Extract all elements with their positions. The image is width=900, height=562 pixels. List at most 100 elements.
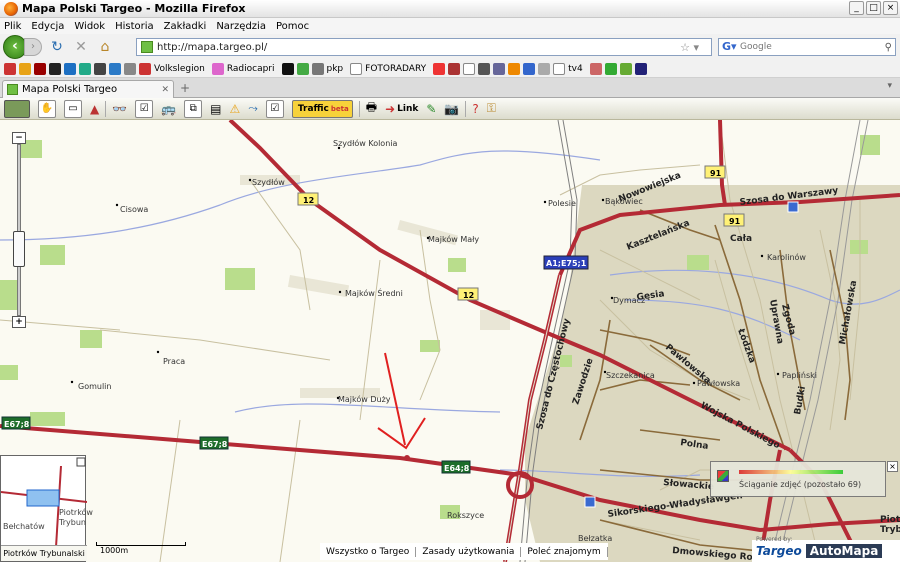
zoom-slider: − + xyxy=(12,132,26,328)
traffic-button[interactable]: Traffic beta xyxy=(291,99,353,118)
bookmark-icon[interactable] xyxy=(634,62,647,75)
bookmark-icon[interactable] xyxy=(94,62,106,75)
menu-edycja[interactable]: Edycja xyxy=(31,21,64,32)
bookmark-icon[interactable] xyxy=(79,62,91,75)
map-edit-icon[interactable]: ✎ xyxy=(426,100,436,118)
tab-close-icon[interactable]: ✕ xyxy=(161,85,169,95)
bookmark-icon[interactable] xyxy=(211,62,224,75)
zoom-in-button[interactable]: + xyxy=(12,316,26,328)
bookmark-page-icon[interactable] xyxy=(553,62,566,75)
download-panel-close-button[interactable]: × xyxy=(887,461,898,472)
edge-label: Piotrkó xyxy=(880,514,900,525)
camera-icon[interactable]: 📷 xyxy=(444,100,459,118)
bookmark-volkslegion[interactable]: Volkslegion xyxy=(154,64,205,74)
bookmark-icon[interactable] xyxy=(109,62,121,75)
footer-link-terms[interactable]: Zasady użytkowania xyxy=(416,546,522,557)
bookmark-fotoradary[interactable]: FOTORADARY xyxy=(365,64,426,74)
route-icon[interactable]: ▲ xyxy=(90,100,99,118)
menu-plik[interactable]: Plik xyxy=(4,21,21,32)
reload-icon[interactable]: ↻ xyxy=(48,38,66,56)
footer-link-about[interactable]: Wszystko o Targeo xyxy=(320,546,417,557)
bookmark-icon[interactable] xyxy=(448,62,461,75)
bookmark-icon[interactable] xyxy=(478,62,491,75)
bookmark-icon[interactable] xyxy=(493,62,506,75)
distance-icon[interactable]: ⤳ xyxy=(248,100,258,118)
checkbox-icon[interactable]: ☑ xyxy=(135,99,154,118)
print-icon[interactable]: 🖶 xyxy=(366,100,377,118)
bookmark-icon[interactable] xyxy=(296,62,309,75)
bookmark-icon[interactable] xyxy=(4,62,16,75)
bookmark-icon[interactable] xyxy=(19,62,31,75)
menu-historia[interactable]: Historia xyxy=(115,21,154,32)
minimap-label: Trybun xyxy=(59,518,86,527)
bookmark-star-icon[interactable]: ☆ ▾ xyxy=(680,41,699,54)
map-toolbar: ✋ ▭ ▲ 👓 ☑ 🚌 ⧉ ▤ ⚠ ⤳ ☑ Traffic beta 🖶 ➜ L… xyxy=(0,98,900,120)
forward-button[interactable]: › xyxy=(24,38,42,56)
footer-link-recommend[interactable]: Poleć znajomym xyxy=(521,546,608,557)
bus-icon[interactable]: 🚌 xyxy=(161,100,176,118)
search-input[interactable] xyxy=(740,42,870,52)
bookmark-page-icon[interactable] xyxy=(463,62,476,75)
map-view-icon[interactable] xyxy=(4,99,30,118)
automapa-logo[interactable]: AutoMapa xyxy=(805,544,883,558)
menu-pomoc[interactable]: Pomoc xyxy=(276,21,309,32)
menu-widok[interactable]: Widok xyxy=(74,21,105,32)
link-button[interactable]: ➜ Link xyxy=(385,100,418,118)
traffic-checkbox[interactable]: ☑ xyxy=(265,99,284,118)
minimize-button[interactable]: _ xyxy=(849,1,864,15)
zoom-thumb[interactable] xyxy=(13,231,25,267)
home-icon[interactable]: ⌂ xyxy=(96,38,114,56)
bookmark-icon[interactable] xyxy=(139,62,151,75)
key-icon[interactable]: ⚿ xyxy=(487,100,496,118)
bookmark-icon[interactable] xyxy=(311,62,324,75)
bookmark-icon[interactable] xyxy=(538,62,551,75)
bookmark-icon[interactable] xyxy=(64,62,76,75)
bookmark-icon[interactable] xyxy=(508,62,521,75)
bookmark-icon[interactable] xyxy=(124,62,136,75)
tab-favicon xyxy=(7,84,18,95)
address-bar[interactable]: http://mapa.targeo.pl/ ☆ ▾ xyxy=(136,38,712,56)
place-label: Rokszyce xyxy=(447,511,484,520)
google-engine-icon[interactable]: G▾ xyxy=(722,40,737,54)
search-magnifier-icon[interactable]: ⚲ xyxy=(885,42,892,53)
maximize-button[interactable]: □ xyxy=(866,1,881,15)
download-progress-bar xyxy=(739,470,843,474)
bookmark-icon[interactable] xyxy=(433,62,446,75)
bookmark-radiocapri[interactable]: Radiocapri xyxy=(227,64,275,74)
traffic-beta-label: beta xyxy=(330,104,349,113)
menu-zakladki[interactable]: Zakładki xyxy=(164,21,207,32)
tab-mapa-polski[interactable]: Mapa Polski Targeo ✕ xyxy=(2,80,174,98)
bookmark-icon[interactable] xyxy=(619,62,632,75)
zoom-box-icon[interactable]: ▭ xyxy=(64,99,82,118)
bookmark-pkp[interactable]: pkp xyxy=(327,64,344,74)
site-favicon xyxy=(141,41,153,53)
minimap-toggle[interactable] xyxy=(76,457,86,467)
pan-hand-icon[interactable]: ✋ xyxy=(38,99,56,118)
bookmark-icon[interactable] xyxy=(49,62,61,75)
binoculars-icon[interactable]: 👓 xyxy=(112,100,127,118)
bookmark-page-icon[interactable] xyxy=(350,62,363,75)
bookmark-icon[interactable] xyxy=(34,62,46,75)
bookmark-icon[interactable] xyxy=(281,62,294,75)
field-strips xyxy=(240,175,510,398)
targeo-logo[interactable]: Targeo xyxy=(756,544,802,558)
bookmark-tv4[interactable]: tv4 xyxy=(568,64,583,74)
close-button[interactable]: × xyxy=(883,1,898,15)
new-tab-button[interactable]: + xyxy=(180,81,190,95)
bookmark-icon[interactable] xyxy=(523,62,536,75)
help-icon[interactable]: ? xyxy=(472,100,478,118)
tab-list-button[interactable]: ▾ xyxy=(887,81,892,91)
warning-icon[interactable]: ⚠ xyxy=(229,100,240,118)
layers-icon[interactable]: ⧉ xyxy=(184,99,203,118)
overview-minimap[interactable]: Bełchatów Piotrków Trybun Piotrków Trybu… xyxy=(0,455,93,562)
zoom-out-button[interactable]: − xyxy=(12,132,26,144)
road-shield-label: E67;8 xyxy=(202,440,228,449)
stop-icon[interactable]: ✕ xyxy=(72,38,90,56)
zoom-track[interactable] xyxy=(17,144,21,316)
photos-icon[interactable]: ▤ xyxy=(210,100,221,118)
minimap-viewport[interactable] xyxy=(26,489,60,507)
menu-narzedzia[interactable]: Narzędzia xyxy=(216,21,266,32)
bookmark-icon[interactable] xyxy=(589,62,602,75)
search-box[interactable]: G▾ ⚲ xyxy=(718,38,896,56)
bookmark-icon[interactable] xyxy=(604,62,617,75)
